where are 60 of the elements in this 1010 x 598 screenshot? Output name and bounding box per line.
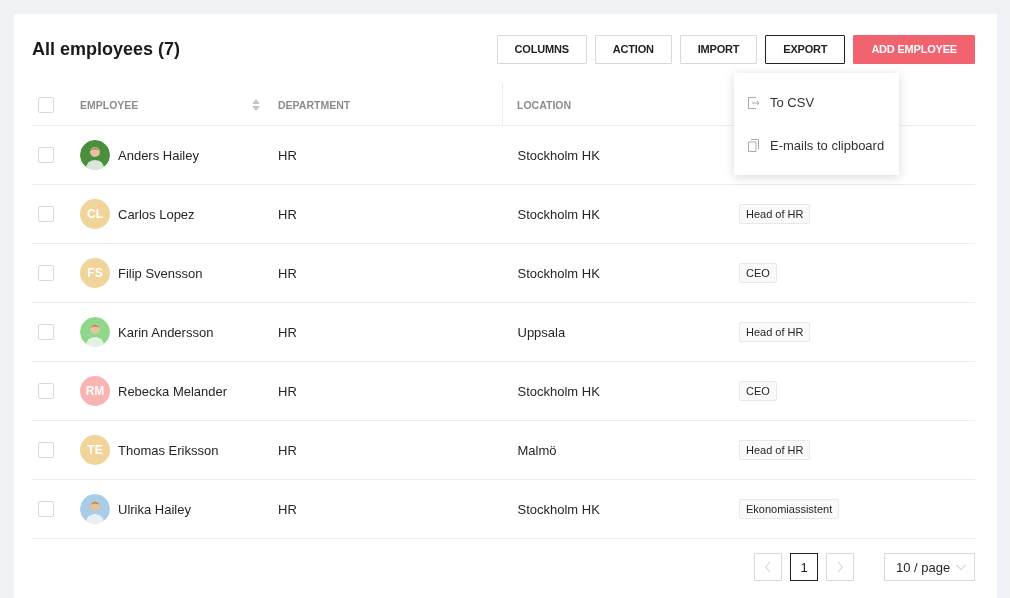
employee-name[interactable]: Karin Andersson bbox=[118, 324, 214, 340]
menu-item[interactable]: E-mails to clipboard bbox=[734, 124, 899, 167]
location-cell: Uppsala bbox=[517, 324, 566, 340]
employee-name[interactable]: Carlos Lopez bbox=[118, 206, 195, 222]
page-size-value: 10 / page bbox=[896, 559, 951, 575]
column-header: EMPLOYEE bbox=[80, 98, 139, 111]
page-button[interactable]: 1 bbox=[790, 553, 818, 581]
row-checkbox[interactable] bbox=[38, 442, 54, 458]
toolbar-button[interactable]: EXPORT bbox=[765, 34, 846, 64]
column-header: DEPARTMENT bbox=[278, 98, 351, 111]
menu-item-label: To CSV bbox=[770, 95, 815, 110]
select-all-checkbox[interactable] bbox=[38, 96, 54, 113]
role-tag: CEO bbox=[739, 263, 777, 283]
menu-item[interactable]: To CSV bbox=[734, 81, 899, 124]
role-tag: Head of HR bbox=[739, 204, 811, 224]
row-checkbox[interactable] bbox=[38, 147, 54, 163]
role-tag: Head of HR bbox=[739, 322, 811, 342]
department-cell: HR bbox=[278, 147, 297, 163]
row-checkbox[interactable] bbox=[38, 206, 54, 222]
employee-name[interactable]: Filip Svensson bbox=[118, 265, 203, 281]
column-header: LOCATION bbox=[517, 98, 572, 111]
avatar-initials: FS bbox=[80, 258, 110, 288]
avatar-initials: RM bbox=[80, 376, 110, 406]
department-cell: HR bbox=[278, 442, 297, 458]
department-cell: HR bbox=[278, 501, 297, 517]
toolbar-button[interactable]: COLUMNS bbox=[496, 34, 587, 64]
employee-name[interactable]: Anders Hailey bbox=[118, 147, 199, 163]
role-tag: Ekonomiassistent bbox=[739, 499, 840, 519]
page-title: All employees (7) bbox=[32, 38, 181, 60]
location-cell: Stockholm HK bbox=[517, 147, 600, 163]
row-checkbox[interactable] bbox=[38, 324, 54, 340]
location-cell: Stockholm HK bbox=[517, 265, 600, 281]
row-checkbox[interactable] bbox=[38, 501, 54, 517]
avatar-initials: CL bbox=[80, 199, 110, 229]
row-checkbox[interactable] bbox=[38, 265, 54, 281]
employee-name[interactable]: Thomas Eriksson bbox=[118, 442, 219, 458]
chevron-right-icon bbox=[837, 562, 843, 572]
department-cell: HR bbox=[278, 324, 297, 340]
chevron-left-icon bbox=[765, 562, 771, 572]
role-tag: Head of HR bbox=[739, 440, 811, 460]
location-cell: Stockholm HK bbox=[517, 206, 600, 222]
menu-item-label: E-mails to clipboard bbox=[770, 138, 885, 153]
export-icon bbox=[748, 96, 760, 109]
chevron-down-icon bbox=[956, 564, 966, 570]
location-cell: Stockholm HK bbox=[517, 501, 600, 517]
sort-icon[interactable] bbox=[252, 98, 260, 111]
toolbar-button[interactable]: ACTION bbox=[594, 34, 672, 64]
department-cell: HR bbox=[278, 206, 297, 222]
department-cell: HR bbox=[278, 383, 297, 399]
department-cell: HR bbox=[278, 265, 297, 281]
avatar-initials: TE bbox=[80, 435, 110, 465]
location-cell: Malmö bbox=[517, 442, 557, 458]
page-size-select[interactable]: 10 / page bbox=[884, 553, 975, 581]
role-tag: CEO bbox=[739, 381, 777, 401]
location-cell: Stockholm HK bbox=[517, 383, 600, 399]
employee-name[interactable]: Ulrika Hailey bbox=[118, 501, 191, 517]
row-checkbox[interactable] bbox=[38, 383, 54, 399]
toolbar-button[interactable]: IMPORT bbox=[679, 34, 758, 64]
employee-name[interactable]: Rebecka Melander bbox=[118, 383, 228, 399]
copy-icon bbox=[748, 139, 760, 152]
